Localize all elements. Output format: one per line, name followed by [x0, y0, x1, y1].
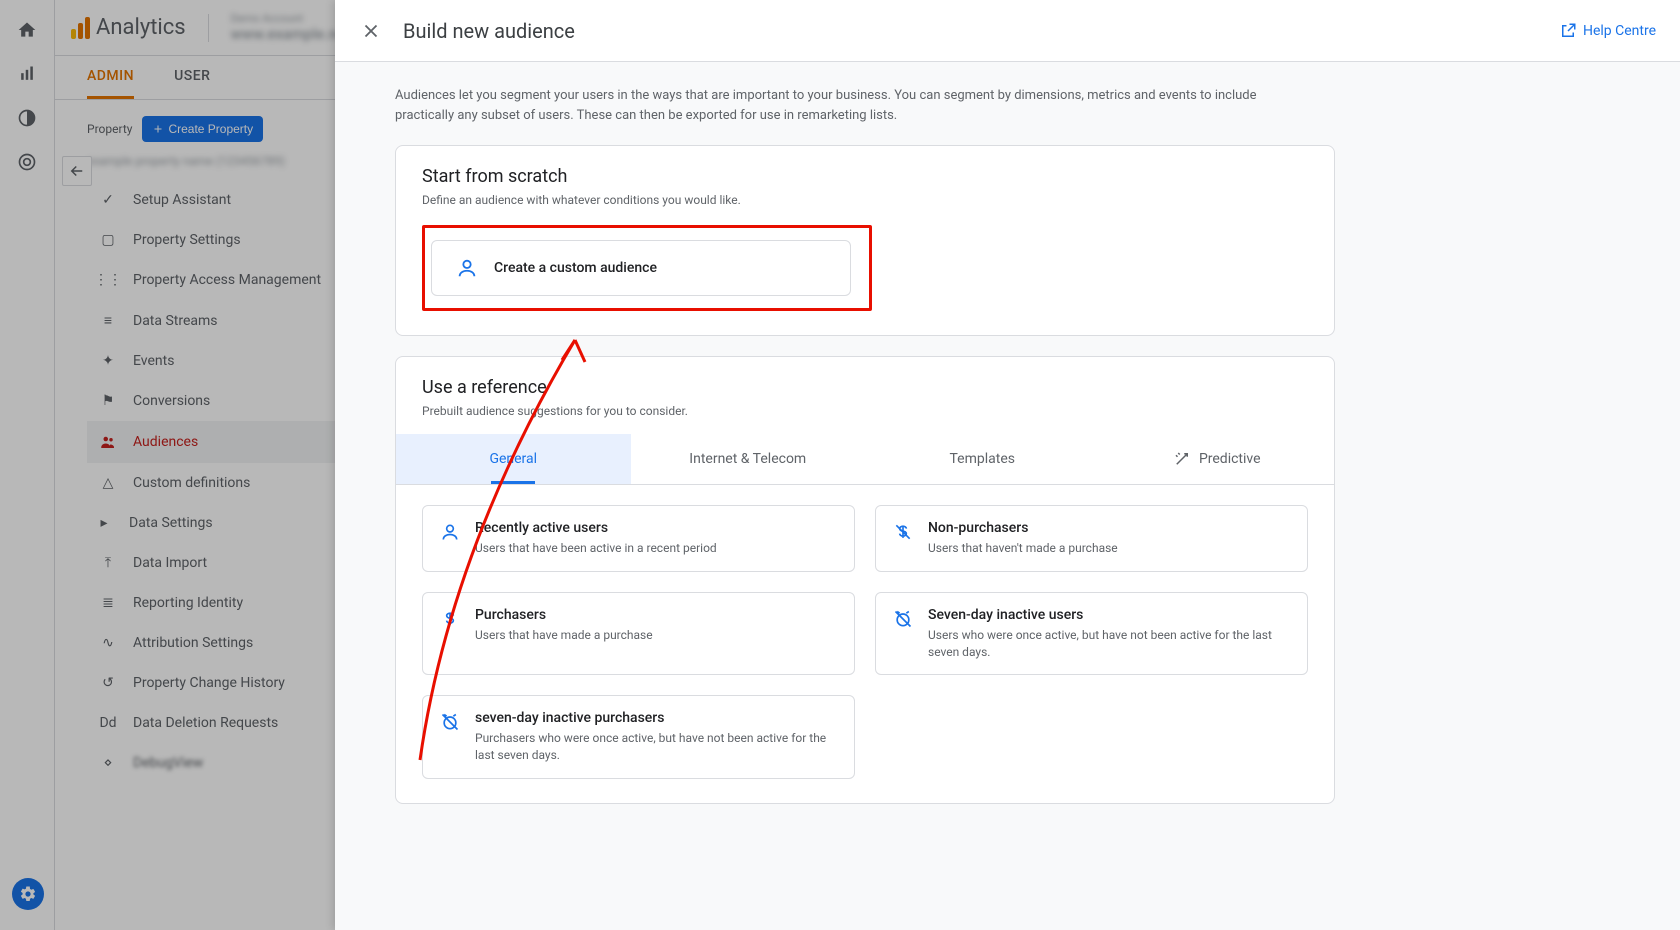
template-seven-day-inactive-purchasers[interactable]: seven-day inactive purchasersPurchasers …: [422, 695, 855, 779]
home-icon[interactable]: [17, 20, 37, 40]
back-icon[interactable]: [62, 156, 92, 186]
wand-icon: [1173, 450, 1191, 468]
template-recently-active-users[interactable]: Recently active usersUsers that have bee…: [422, 505, 855, 572]
reference-tabs: General Internet & Telecom Templates Pre…: [396, 434, 1334, 485]
tab-predictive[interactable]: Predictive: [1100, 434, 1335, 484]
nav-events[interactable]: ✦Events: [87, 341, 367, 381]
property-label: Property: [87, 122, 132, 136]
nav-custom-definitions[interactable]: △Custom definitions: [87, 463, 367, 503]
nav-conversions[interactable]: ⚑Conversions: [87, 381, 367, 421]
use-reference-card: Use a reference Prebuilt audience sugges…: [395, 356, 1335, 804]
template-seven-day-inactive-users[interactable]: Seven-day inactive usersUsers who were o…: [875, 592, 1308, 676]
advertising-icon[interactable]: [17, 152, 37, 172]
dollar-icon: [439, 607, 461, 661]
tab-templates[interactable]: Templates: [865, 434, 1100, 484]
nav-debugview[interactable]: ⋄DebugView: [87, 743, 367, 783]
nav-property-change-history[interactable]: ↺Property Change History: [87, 663, 367, 703]
tab-general[interactable]: General: [396, 434, 631, 484]
nav-property-settings[interactable]: ▢Property Settings: [87, 220, 367, 260]
scratch-title: Start from scratch: [422, 166, 1308, 187]
build-audience-panel: Build new audience Help Centre Audiences…: [335, 0, 1680, 930]
property-column: Property Create Property example propert…: [87, 116, 367, 930]
nav-data-streams[interactable]: ≡Data Streams: [87, 300, 367, 341]
nav-property-access[interactable]: ⋮⋮Property Access Management: [87, 260, 367, 300]
app-name: Analytics: [96, 15, 186, 40]
no-dollar-icon: [892, 520, 914, 557]
annotation-highlight: Create a custom audience: [422, 225, 872, 311]
tab-admin[interactable]: ADMIN: [87, 56, 134, 99]
alarm-off-icon: [892, 607, 914, 661]
close-icon[interactable]: [359, 19, 383, 43]
template-purchasers[interactable]: PurchasersUsers that have made a purchas…: [422, 592, 855, 676]
reference-subtitle: Prebuilt audience suggestions for you to…: [422, 404, 1308, 418]
help-centre-link[interactable]: Help Centre: [1559, 22, 1656, 40]
tab-user[interactable]: USER: [174, 56, 210, 99]
tab-internet-telecom[interactable]: Internet & Telecom: [631, 434, 866, 484]
alarm-off-icon: [439, 710, 461, 764]
nav-setup-assistant[interactable]: ✓Setup Assistant: [87, 180, 367, 220]
nav-attribution-settings[interactable]: ∿Attribution Settings: [87, 623, 367, 663]
explore-icon[interactable]: [17, 108, 37, 128]
nav-data-deletion-requests[interactable]: DdData Deletion Requests: [87, 703, 367, 743]
reference-title: Use a reference: [422, 377, 1308, 398]
settings-gear-icon[interactable]: [12, 878, 44, 910]
panel-title: Build new audience: [403, 19, 575, 43]
left-rail: [0, 0, 55, 930]
scratch-subtitle: Define an audience with whatever conditi…: [422, 193, 1308, 207]
nav-reporting-identity[interactable]: ≣Reporting Identity: [87, 583, 367, 623]
create-custom-audience-button[interactable]: Create a custom audience: [431, 240, 851, 296]
nav-data-import[interactable]: ⤒Data Import: [87, 543, 367, 583]
person-icon: [456, 257, 478, 279]
template-non-purchasers[interactable]: Non-purchasersUsers that haven't made a …: [875, 505, 1308, 572]
panel-description: Audiences let you segment your users in …: [395, 86, 1315, 125]
ga-logo: Analytics: [71, 15, 186, 40]
start-from-scratch-card: Start from scratch Define an audience wi…: [395, 145, 1335, 336]
nav-data-settings[interactable]: ▸Data Settings: [87, 503, 367, 543]
person-icon: [439, 520, 461, 557]
reports-icon[interactable]: [17, 64, 37, 84]
property-name-blurred: example property name (123456789): [87, 154, 367, 168]
nav-audiences[interactable]: Audiences: [87, 421, 367, 463]
create-property-button[interactable]: Create Property: [142, 116, 263, 142]
account-picker[interactable]: Demo Account www.example.net: [231, 12, 350, 43]
